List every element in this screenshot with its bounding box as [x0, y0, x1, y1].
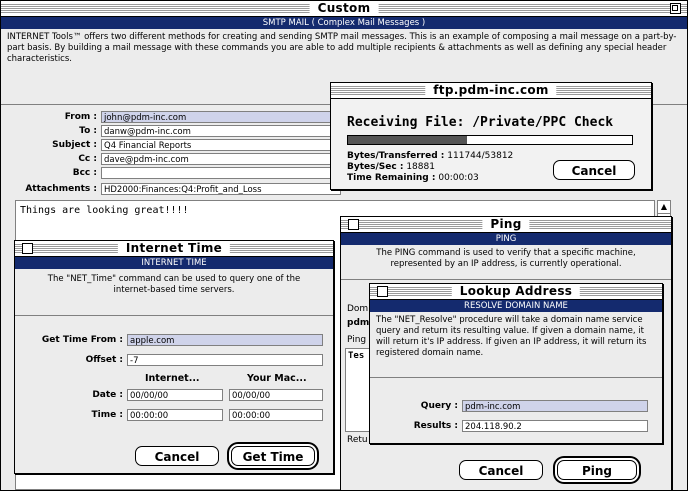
cc-label: Cc :: [78, 154, 97, 164]
time-mac-field[interactable]: 00:00:00: [229, 409, 323, 421]
close-box-icon[interactable]: [348, 219, 359, 230]
get-time-button[interactable]: Get Time: [231, 446, 315, 466]
lookup-window: Lookup Address RESOLVE DOMAIN NAME The "…: [369, 283, 663, 444]
internet-time-cancel-button[interactable]: Cancel: [135, 446, 219, 466]
cc-field[interactable]: dave@pdm-inc.com: [101, 153, 341, 165]
get-time-from-field[interactable]: apple.com: [127, 334, 323, 346]
from-field[interactable]: john@pdm-inc.com: [101, 111, 341, 123]
attachments-field[interactable]: HD2000:Finances:Q4:Profit_and_Loss: [101, 183, 341, 195]
internet-time-titlebar[interactable]: Internet Time: [15, 241, 333, 257]
ping-cancel-button[interactable]: Cancel: [459, 460, 543, 480]
time-internet-field[interactable]: 00:00:00: [127, 409, 223, 421]
custom-title: Custom: [309, 1, 379, 16]
internet-time-description: The "NET_Time" command can be used to qu…: [47, 274, 301, 295]
scroll-up-arrow-icon[interactable]: ▲: [658, 201, 670, 214]
progress-bar: [347, 135, 633, 145]
custom-subtitle: SMTP MAIL ( Complex Mail Messages ): [1, 17, 687, 29]
receiving-file-text: Receiving File: /Private/PPC Check: [347, 115, 614, 130]
internet-time-window: Internet Time INTERNET TIME The "NET_Tim…: [14, 240, 334, 474]
offset-field[interactable]: -7: [127, 354, 323, 366]
your-mac-column-header: Your Mac...: [247, 373, 307, 384]
bytes-sec-row: Bytes/Sec : 18881: [347, 162, 435, 172]
custom-description: INTERNET Tools™ offers two different met…: [7, 32, 677, 64]
ping-button[interactable]: Ping: [557, 460, 637, 480]
time-label: Time :: [91, 410, 123, 420]
time-remaining-row: Time Remaining : 00:00:03: [347, 173, 479, 183]
from-label: From :: [64, 112, 97, 122]
lookup-title: Lookup Address: [451, 284, 581, 299]
lookup-description: The "NET_Resolve" procedure will take a …: [376, 315, 647, 358]
ping-title: Ping: [482, 217, 530, 232]
divider: [370, 377, 662, 378]
divider: [15, 315, 333, 316]
to-field[interactable]: danw@pdm-inc.com: [101, 125, 341, 137]
lookup-titlebar[interactable]: Lookup Address: [370, 284, 662, 300]
ping-domain-value: pdm: [347, 318, 370, 328]
offset-label: Offset :: [85, 355, 123, 365]
ping-titlebar[interactable]: Ping: [341, 217, 671, 233]
time-remaining-value: 00:00:03: [438, 173, 479, 183]
internet-column-header: Internet...: [145, 373, 200, 384]
query-label: Query :: [420, 401, 458, 411]
date-mac-field[interactable]: 00/00/00: [229, 389, 323, 401]
ping-return-label: Retu: [347, 435, 368, 445]
subject-label: Subject :: [52, 140, 97, 150]
bytes-transferred-row: Bytes/Transferred : 111744/53812: [347, 151, 513, 161]
bytes-transferred-label: Bytes/Transferred :: [347, 151, 445, 161]
message-body-text: Things are looking great!!!!: [20, 205, 189, 216]
close-box-icon[interactable]: [22, 243, 33, 254]
attachments-label: Attachments :: [25, 184, 97, 194]
bytes-transferred-value: 111744/53812: [447, 151, 514, 161]
close-box-icon[interactable]: [377, 286, 388, 297]
ping-description: The PING command is used to verify that …: [376, 248, 636, 269]
ftp-window: ftp.pdm-inc.com Receiving File: /Private…: [330, 82, 652, 190]
bytes-sec-label: Bytes/Sec :: [347, 162, 404, 172]
to-label: To :: [79, 126, 97, 136]
date-label: Date :: [92, 390, 123, 400]
subject-field[interactable]: Q4 Financial Reports: [101, 139, 341, 151]
query-field[interactable]: pdm-inc.com: [462, 400, 648, 412]
ftp-cancel-button[interactable]: Cancel: [553, 160, 635, 180]
bytes-sec-value: 18881: [406, 162, 435, 172]
divider: [341, 279, 671, 280]
custom-titlebar[interactable]: Custom: [1, 1, 687, 17]
time-remaining-label: Time Remaining :: [347, 173, 436, 183]
ftp-titlebar[interactable]: ftp.pdm-inc.com: [331, 83, 651, 99]
date-internet-field[interactable]: 00/00/00: [127, 389, 223, 401]
ping-ping-label: Ping: [347, 335, 367, 345]
bcc-field[interactable]: [101, 167, 341, 179]
results-field[interactable]: 204.118.90.2: [462, 420, 648, 432]
ftp-title: ftp.pdm-inc.com: [425, 83, 557, 98]
ping-test-label: Tes: [348, 351, 365, 361]
get-time-from-label: Get Time From :: [41, 335, 123, 345]
results-label: Results :: [413, 421, 458, 431]
ping-subtitle: PING: [341, 233, 671, 245]
internet-time-subtitle: INTERNET TIME: [15, 257, 333, 269]
bcc-label: Bcc :: [72, 168, 97, 178]
zoom-box-icon[interactable]: [670, 3, 681, 14]
ping-domain-label: Dom: [347, 304, 369, 314]
progress-fill: [348, 136, 468, 144]
internet-time-title: Internet Time: [117, 241, 231, 256]
lookup-subtitle: RESOLVE DOMAIN NAME: [370, 300, 662, 312]
